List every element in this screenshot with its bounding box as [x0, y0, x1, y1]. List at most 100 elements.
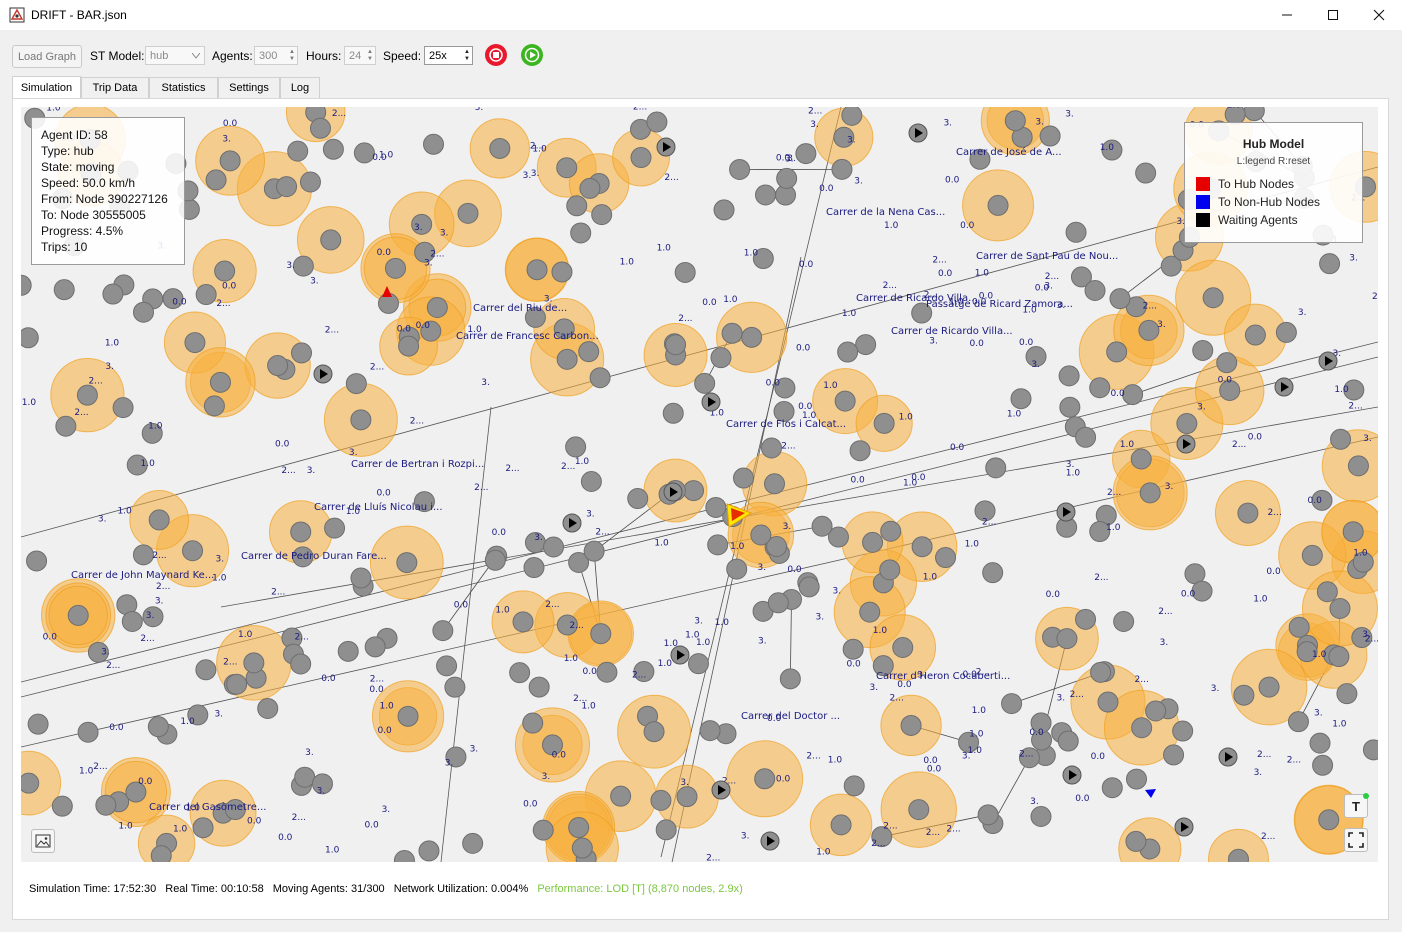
- st-model-select[interactable]: hub: [145, 46, 205, 65]
- image-icon: [35, 834, 51, 848]
- edge-weight-label: 3.: [816, 612, 825, 622]
- speed-spinbox[interactable]: 25x ▲ ▼: [424, 46, 473, 65]
- edge-weight-label: 1.0: [379, 701, 394, 711]
- graph-node: [710, 347, 732, 369]
- graph-node: [1316, 581, 1338, 603]
- performance-info: Performance: LOD [T] (8,870 nodes, 2.9x): [537, 883, 743, 895]
- agents-label: Agents:: [212, 49, 253, 63]
- graph-node: [583, 540, 605, 562]
- edge-weight-label: 3.: [310, 276, 319, 286]
- edge-weight-label: 2...: [292, 813, 306, 823]
- graph-node: [1233, 684, 1255, 706]
- edge-weight-label: 3.: [1349, 253, 1358, 263]
- stop-button[interactable]: [485, 44, 507, 66]
- tab-statistics[interactable]: Statistics: [149, 77, 218, 98]
- edge-weight-label: 3.: [1160, 638, 1169, 648]
- edge-weight-label: 1.0: [1120, 440, 1135, 450]
- load-graph-button[interactable]: Load Graph: [12, 45, 82, 68]
- graph-node: [27, 713, 49, 735]
- graph-node: [1125, 830, 1147, 852]
- graph-node: [741, 326, 763, 348]
- graph-node: [650, 789, 672, 811]
- edge-weight-label: 3.: [680, 778, 689, 788]
- simulation-time: Simulation Time: 17:52:30: [29, 883, 157, 895]
- edge-weight-label: 2...: [633, 107, 647, 112]
- street-name-label: Carrer de Lluís Nicolau i...: [314, 501, 443, 513]
- graph-node: [290, 653, 312, 675]
- edge-weight-label: 0.0: [376, 489, 391, 499]
- edge-weight-label: 0.0: [416, 321, 431, 331]
- play-button[interactable]: [521, 44, 543, 66]
- spin-arrows-icon[interactable]: ▲ ▼: [462, 47, 472, 64]
- graph-node: [1328, 646, 1350, 668]
- hours-spinbox[interactable]: 24 ▲ ▼: [344, 46, 376, 65]
- graph-node: [873, 412, 895, 434]
- tab-settings[interactable]: Settings: [218, 77, 280, 98]
- graph-node: [705, 496, 727, 518]
- close-button[interactable]: [1356, 0, 1402, 30]
- network-graph[interactable]: 2... 2... 0.0 3. 0.0 3. 3. 2... 1.0 1.0 2... 0.0 2..…: [21, 107, 1378, 862]
- agent-from: From: Node 390227126: [41, 192, 168, 206]
- map-canvas[interactable]: 2... 2... 0.0 3. 0.0 3. 3. 2... 1.0 1.0 2... 0.0 2..…: [21, 107, 1378, 862]
- graph-node: [610, 785, 632, 807]
- edge-weight-label: 2...: [871, 839, 885, 849]
- spin-arrows-icon[interactable]: ▲ ▼: [287, 47, 297, 64]
- toolbar: Load Graph ST Model: hub Agents: 300 ▲ ▼ …: [0, 38, 1402, 74]
- edge-weight-label: 2...: [946, 824, 960, 834]
- export-image-button[interactable]: [31, 829, 55, 853]
- graph-node: [1319, 253, 1341, 275]
- legend-label: Waiting Agents: [1218, 213, 1298, 227]
- graph-node: [568, 817, 590, 839]
- graph-node: [102, 283, 124, 305]
- street-name-label: Carrer de Flos i Calcat...: [726, 419, 846, 430]
- graph-node: [462, 832, 484, 854]
- edge-weight-label: 0.0: [583, 667, 598, 677]
- minimize-button[interactable]: [1264, 0, 1310, 30]
- edge-weight-label: 3.: [1031, 360, 1040, 370]
- edge-weight-label: 2...: [1045, 272, 1059, 282]
- graph-node: [184, 332, 206, 354]
- road-segment: [789, 599, 792, 679]
- spin-arrows-icon[interactable]: ▲ ▼: [365, 47, 375, 64]
- graph-node: [55, 415, 77, 437]
- edge-weight-label: 1.0: [1227, 107, 1242, 111]
- graph-node: [148, 509, 170, 531]
- edge-weight-label: 2...: [569, 621, 583, 631]
- graph-node: [676, 786, 698, 808]
- legend-panel[interactable]: Hub Model L:legend R:reset To Hub Nodes …: [1184, 122, 1363, 243]
- agents-spinbox[interactable]: 300 ▲ ▼: [254, 46, 298, 65]
- graph-node: [350, 409, 372, 431]
- edge-weight-label: 2...: [1257, 750, 1271, 760]
- fullscreen-button[interactable]: [1344, 828, 1368, 852]
- graph-node: [457, 202, 479, 224]
- tab-simulation[interactable]: Simulation: [12, 76, 81, 99]
- graph-node: [1058, 365, 1080, 387]
- legend-item-non-hub: To Non-Hub Nodes: [1196, 194, 1320, 210]
- graph-node: [133, 301, 155, 323]
- graph-node: [1056, 628, 1078, 650]
- graph-node: [1318, 809, 1340, 831]
- tab-log[interactable]: Log: [280, 77, 320, 98]
- graph-node: [1347, 455, 1369, 477]
- edge-weight-label: 0.0: [1029, 728, 1044, 738]
- tab-trip-data[interactable]: Trip Data: [81, 77, 149, 98]
- graph-node: [21, 327, 39, 349]
- street-name-label: Carrer del Gasòmetre...: [149, 801, 266, 813]
- graph-node: [935, 547, 957, 569]
- graph-node: [322, 138, 344, 160]
- maximize-button[interactable]: [1310, 0, 1356, 30]
- text-labels-toggle[interactable]: T: [1344, 793, 1369, 818]
- edge-weight-label: 3.: [98, 514, 107, 524]
- edge-weight-label: 3.: [542, 772, 551, 782]
- graph-node: [543, 536, 565, 558]
- edge-weight-label: 0.0: [702, 298, 717, 308]
- edge-weight-label: 2...: [294, 632, 308, 642]
- legend-label: To Non-Hub Nodes: [1218, 195, 1321, 209]
- graph-node: [1192, 339, 1214, 361]
- edge-weight-label: 2...: [982, 518, 996, 528]
- edge-weight-label: 1.0: [685, 630, 700, 640]
- graph-node: [837, 341, 859, 363]
- edge-weight-label: 1.0: [1312, 650, 1327, 660]
- graph-node: [1336, 683, 1358, 705]
- edge-weight-label: 0.0: [787, 565, 802, 575]
